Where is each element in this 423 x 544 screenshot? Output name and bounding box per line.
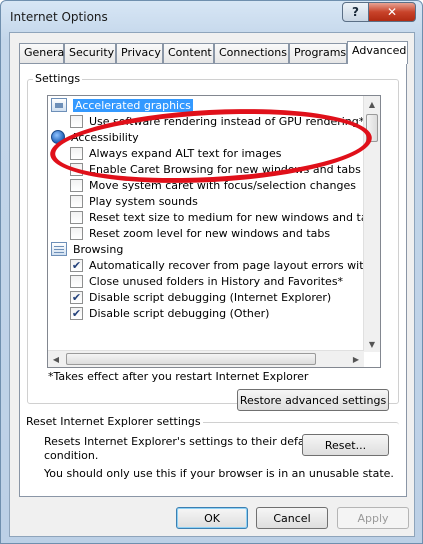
reset-description-line2: condition. xyxy=(44,449,99,462)
checkbox-unchecked[interactable] xyxy=(70,178,83,192)
reset-group-label: Reset Internet Explorer settings xyxy=(24,415,203,428)
accessibility-globe-icon xyxy=(51,130,65,144)
cancel-button[interactable]: Cancel xyxy=(256,507,328,529)
setting-label: Play system sounds xyxy=(89,194,198,208)
setting-play-system-sounds[interactable]: Play system sounds xyxy=(70,193,198,209)
checkbox-unchecked[interactable] xyxy=(70,226,83,240)
checkbox-unchecked[interactable] xyxy=(70,146,83,160)
horizontal-scrollbar[interactable]: ◀ ▶ xyxy=(48,350,364,367)
tab-security[interactable]: Security xyxy=(64,43,116,63)
settings-group-label: Settings xyxy=(33,72,83,85)
setting-software-rendering[interactable]: Use software rendering instead of GPU re… xyxy=(70,113,364,129)
setting-caret-browsing[interactable]: Enable Caret Browsing for new windows an… xyxy=(70,161,361,177)
checkbox-unchecked[interactable] xyxy=(70,210,83,224)
setting-label: Move system caret with focus/selection c… xyxy=(89,178,356,192)
category-browsing[interactable]: Browsing xyxy=(51,241,123,257)
setting-label: Close unused folders in History and Favo… xyxy=(89,274,344,288)
reset-description-line1: Resets Internet Explorer's settings to t… xyxy=(44,435,319,448)
horizontal-scroll-thumb[interactable] xyxy=(66,353,316,365)
setting-expand-alt-text[interactable]: Always expand ALT text for images xyxy=(70,145,282,161)
advanced-tab-panel: Settings Accelerated graphics Use softwa… xyxy=(19,63,407,497)
restart-footnote: *Takes effect after you restart Internet… xyxy=(48,370,309,383)
setting-label: Automatically recover from page layout e… xyxy=(89,258,381,272)
apply-button[interactable]: Apply xyxy=(337,507,409,529)
category-accessibility[interactable]: Accessibility xyxy=(51,129,139,145)
title-bar: Internet Options ? ✕ xyxy=(1,1,422,33)
checkbox-unchecked[interactable] xyxy=(70,274,83,288)
scroll-up-icon[interactable]: ▲ xyxy=(364,96,380,112)
checkbox-unchecked[interactable] xyxy=(70,162,83,176)
internet-options-window: Internet Options ? ✕ General Security Pr… xyxy=(0,0,423,544)
setting-close-unused-folders[interactable]: Close unused folders in History and Favo… xyxy=(70,273,343,289)
reset-warning: You should only use this if your browser… xyxy=(44,467,394,480)
setting-reset-text-size[interactable]: Reset text size to medium for new window… xyxy=(70,209,380,225)
settings-tree[interactable]: Accelerated graphics Use software render… xyxy=(47,95,381,368)
scroll-right-icon[interactable]: ▶ xyxy=(348,351,364,367)
help-button[interactable]: ? xyxy=(342,2,369,22)
setting-reset-zoom-level[interactable]: Reset zoom level for new windows and tab… xyxy=(70,225,330,241)
setting-label: Enable Caret Browsing for new windows an… xyxy=(89,162,361,176)
help-icon: ? xyxy=(352,5,359,19)
setting-label: Always expand ALT text for images xyxy=(89,146,282,160)
graphics-card-icon xyxy=(51,98,67,112)
checkbox-checked[interactable]: ✔ xyxy=(70,290,83,304)
ok-button[interactable]: OK xyxy=(176,507,248,529)
setting-disable-script-debugging-ie[interactable]: ✔ Disable script debugging (Internet Exp… xyxy=(70,289,331,305)
category-label: Browsing xyxy=(73,242,124,256)
setting-label: Reset zoom level for new windows and tab… xyxy=(89,226,331,240)
close-icon: ✕ xyxy=(386,5,398,19)
setting-auto-recover-layout[interactable]: ✔ Automatically recover from page layout… xyxy=(70,257,381,273)
vertical-scrollbar[interactable]: ▲ ▼ xyxy=(363,96,380,352)
close-button[interactable]: ✕ xyxy=(368,2,416,22)
tab-advanced[interactable]: Advanced xyxy=(347,41,408,64)
category-label: Accessibility xyxy=(71,130,139,144)
tab-content[interactable]: Content xyxy=(163,43,214,63)
tab-connections[interactable]: Connections xyxy=(214,43,289,63)
setting-disable-script-debugging-other[interactable]: ✔ Disable script debugging (Other) xyxy=(70,305,269,321)
vertical-scroll-thumb[interactable] xyxy=(366,114,378,142)
scroll-down-icon[interactable]: ▼ xyxy=(364,336,380,352)
checkbox-unchecked[interactable] xyxy=(70,194,83,208)
checkbox-checked[interactable]: ✔ xyxy=(70,306,83,320)
category-label: Accelerated graphics xyxy=(73,98,193,112)
restore-advanced-settings-button[interactable]: Restore advanced settings xyxy=(237,389,389,411)
tab-programs[interactable]: Programs xyxy=(289,43,347,63)
tab-general[interactable]: General xyxy=(19,43,67,63)
window-title: Internet Options xyxy=(10,10,108,24)
category-accelerated-graphics[interactable]: Accelerated graphics xyxy=(51,97,193,113)
checkbox-checked[interactable]: ✔ xyxy=(70,258,83,272)
tab-privacy[interactable]: Privacy xyxy=(116,43,163,63)
setting-label: Reset text size to medium for new window… xyxy=(89,210,381,224)
setting-move-system-caret[interactable]: Move system caret with focus/selection c… xyxy=(70,177,356,193)
setting-label: Disable script debugging (Internet Explo… xyxy=(89,290,332,304)
dialog-client-area: General Security Privacy Content Connect… xyxy=(9,32,415,537)
setting-label: Use software rendering instead of GPU re… xyxy=(89,114,365,128)
browsing-icon xyxy=(51,242,67,256)
checkbox-unchecked[interactable] xyxy=(70,114,83,128)
scroll-left-icon[interactable]: ◀ xyxy=(48,351,64,367)
setting-label: Disable script debugging (Other) xyxy=(89,306,270,320)
reset-button[interactable]: Reset... xyxy=(302,434,389,456)
